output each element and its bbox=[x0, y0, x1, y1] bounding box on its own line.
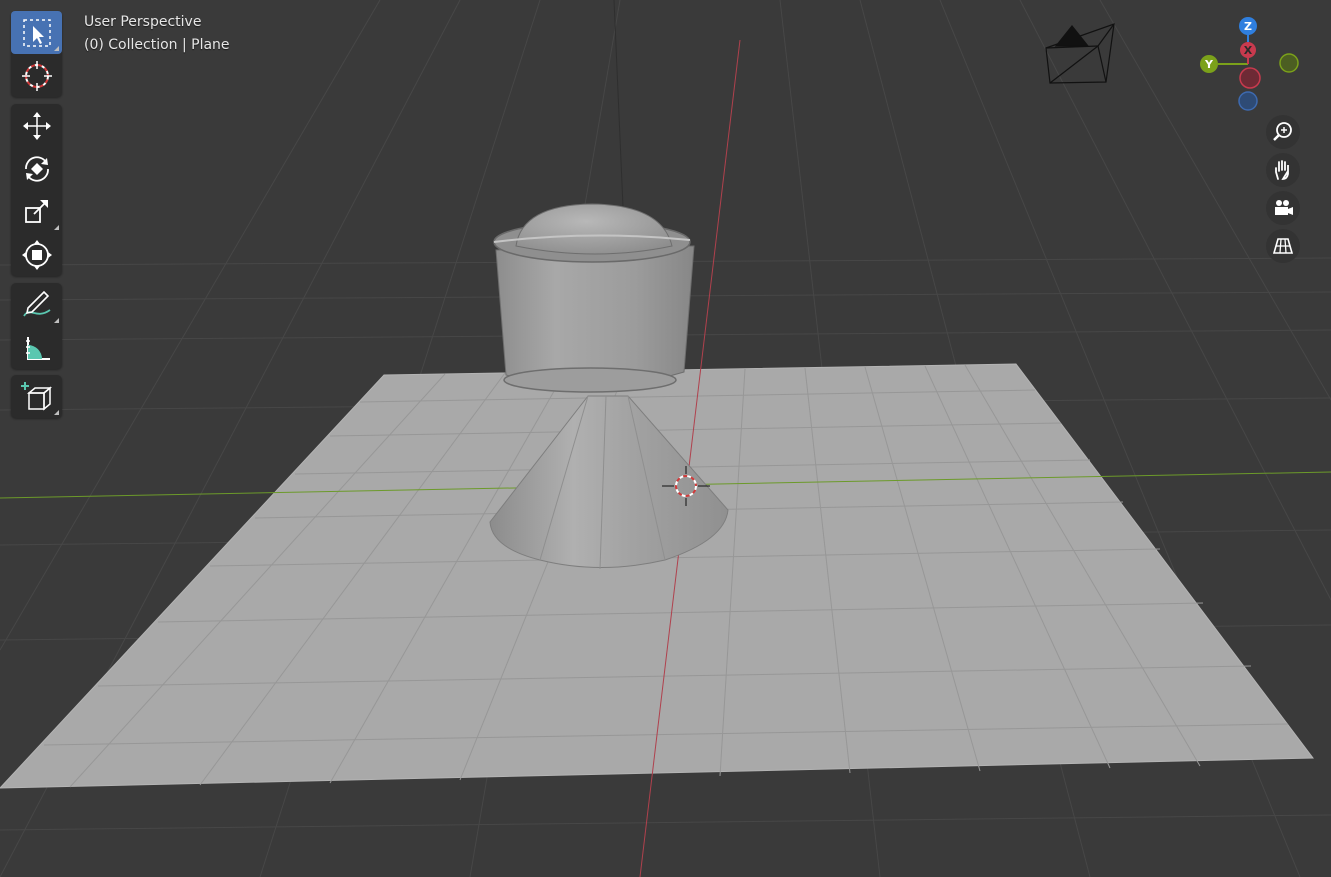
annotate-icon bbox=[22, 290, 51, 317]
transform-icon bbox=[21, 239, 52, 270]
tool-options-indicator bbox=[54, 46, 59, 51]
cup-object bbox=[493, 203, 695, 393]
tool-options-indicator bbox=[54, 225, 59, 230]
tool-options-indicator bbox=[54, 318, 59, 323]
view-name-label: User Perspective bbox=[84, 14, 202, 30]
rotate-icon bbox=[24, 155, 49, 182]
move-tool-button[interactable] bbox=[11, 104, 62, 147]
scene-canvas[interactable]: X Y Z bbox=[0, 0, 1331, 877]
scale-tool-button[interactable] bbox=[11, 190, 62, 233]
toolbar-group-transform bbox=[11, 104, 62, 276]
scale-icon bbox=[24, 199, 48, 223]
camera-view-button[interactable] bbox=[1266, 191, 1300, 225]
tool-options-indicator bbox=[54, 410, 59, 415]
transform-tool-button[interactable] bbox=[11, 233, 62, 276]
gizmo-x-label: X bbox=[1244, 44, 1253, 57]
add-cube-icon bbox=[20, 381, 52, 411]
grid-icon bbox=[1272, 238, 1294, 254]
toolbar-group-select bbox=[11, 11, 62, 97]
camera-icon bbox=[1275, 200, 1293, 215]
3d-viewport[interactable]: X Y Z User Perspective (0) Collection | … bbox=[0, 0, 1331, 877]
move-icon bbox=[22, 111, 51, 140]
gizmo-y-label: Y bbox=[1204, 58, 1214, 71]
measure-tool-button[interactable] bbox=[11, 326, 62, 369]
select-box-icon bbox=[22, 18, 51, 47]
gizmo-neg-y bbox=[1279, 53, 1299, 73]
zoom-icon bbox=[1273, 122, 1292, 141]
pan-button[interactable] bbox=[1266, 153, 1300, 187]
measure-icon bbox=[25, 336, 50, 360]
rotate-tool-button[interactable] bbox=[11, 147, 62, 190]
gizmo-neg-z bbox=[1238, 91, 1258, 111]
add-cube-tool-button[interactable] bbox=[11, 375, 62, 418]
select-box-tool-button[interactable] bbox=[11, 11, 62, 54]
collection-info-label: (0) Collection | Plane bbox=[84, 37, 230, 53]
gizmo-neg-x bbox=[1239, 67, 1261, 89]
annotate-tool-button[interactable] bbox=[11, 283, 62, 326]
cursor-icon bbox=[21, 60, 52, 91]
toggle-projection-button[interactable] bbox=[1266, 229, 1300, 263]
gizmo-z-label: Z bbox=[1244, 20, 1252, 33]
toolbar-group-annotate bbox=[11, 283, 62, 369]
toolbar-group-add bbox=[11, 375, 62, 418]
cursor-tool-button[interactable] bbox=[11, 54, 62, 97]
hand-icon bbox=[1275, 160, 1289, 180]
zoom-button[interactable] bbox=[1266, 115, 1300, 149]
